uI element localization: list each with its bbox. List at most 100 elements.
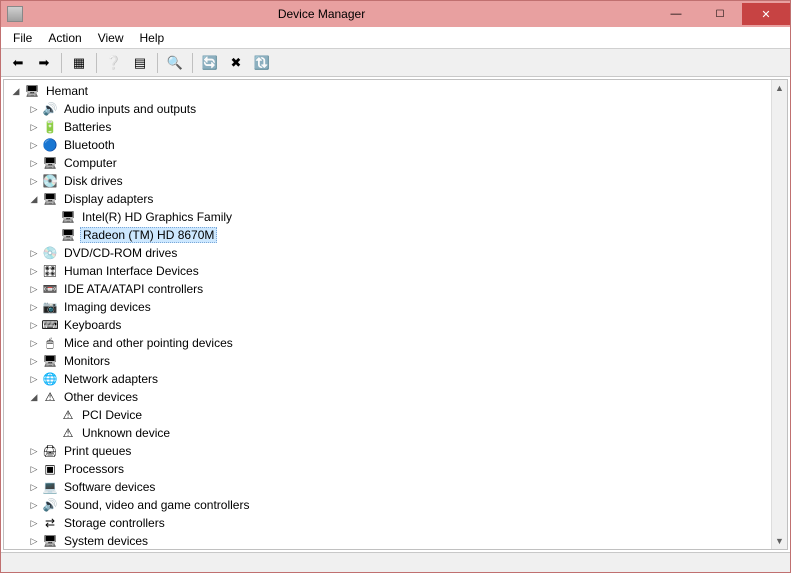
device-icon: ⇄ bbox=[42, 515, 58, 531]
tree-device[interactable]: 🖥Radeon (TM) HD 8670M bbox=[6, 226, 787, 244]
properties-button[interactable]: ▤ bbox=[129, 52, 151, 74]
tree-category[interactable]: ◢⚠Other devices bbox=[6, 388, 787, 406]
expander-icon[interactable]: ▷ bbox=[28, 301, 40, 313]
device-label[interactable]: Bluetooth bbox=[62, 138, 117, 152]
tree-root[interactable]: ◢🖥Hemant bbox=[6, 82, 787, 100]
expander-icon[interactable]: ◢ bbox=[10, 85, 22, 97]
close-button[interactable] bbox=[742, 3, 790, 25]
device-label[interactable]: IDE ATA/ATAPI controllers bbox=[62, 282, 205, 296]
tree-category[interactable]: ▷🖥Computer bbox=[6, 154, 787, 172]
device-label[interactable]: Keyboards bbox=[62, 318, 123, 332]
menu-help[interactable]: Help bbox=[132, 29, 173, 47]
tree-category[interactable]: ▷▣ Processors bbox=[6, 460, 787, 478]
device-label[interactable]: Batteries bbox=[62, 120, 113, 134]
expander-icon[interactable]: ▷ bbox=[28, 175, 40, 187]
device-label[interactable]: Human Interface Devices bbox=[62, 264, 201, 278]
device-label[interactable]: Software devices bbox=[62, 480, 157, 494]
device-label[interactable]: Unknown device bbox=[80, 426, 172, 440]
minimize-button[interactable] bbox=[654, 3, 698, 25]
scroll-down-icon[interactable]: ▼ bbox=[772, 533, 788, 549]
expander-icon[interactable]: ▷ bbox=[28, 265, 40, 277]
expander-icon[interactable]: ▷ bbox=[28, 157, 40, 169]
device-label[interactable]: Sound, video and game controllers bbox=[62, 498, 251, 512]
toolbar: ⬅ ➡ ▦ ❔ ▤ 🔍 🔄 ✖ 🔃 bbox=[1, 49, 790, 77]
expander-icon[interactable]: ▷ bbox=[28, 283, 40, 295]
device-label[interactable]: Intel(R) HD Graphics Family bbox=[80, 210, 234, 224]
scroll-up-icon[interactable]: ▲ bbox=[772, 80, 788, 96]
expander-icon[interactable]: ▷ bbox=[28, 121, 40, 133]
device-icon: 📼 bbox=[42, 281, 58, 297]
app-icon bbox=[7, 6, 23, 22]
tree-device[interactable]: ⚠PCI Device bbox=[6, 406, 787, 424]
expander-icon[interactable]: ▷ bbox=[28, 535, 40, 547]
device-icon: ▣ bbox=[42, 461, 58, 477]
tree-category[interactable]: ▷🖥System devices bbox=[6, 532, 787, 550]
tree-category[interactable]: ▷⌨Keyboards bbox=[6, 316, 787, 334]
expander-icon[interactable]: ◢ bbox=[28, 193, 40, 205]
device-label[interactable]: Monitors bbox=[62, 354, 112, 368]
tree-category[interactable]: ▷🔊Sound, video and game controllers bbox=[6, 496, 787, 514]
expander-icon[interactable]: ▷ bbox=[28, 355, 40, 367]
device-label[interactable]: Radeon (TM) HD 8670M bbox=[80, 227, 217, 243]
device-label[interactable]: Disk drives bbox=[62, 174, 125, 188]
maximize-button[interactable] bbox=[698, 3, 742, 25]
device-label[interactable]: Computer bbox=[62, 156, 119, 170]
back-button[interactable]: ⬅ bbox=[7, 52, 29, 74]
expander-icon[interactable]: ◢ bbox=[28, 391, 40, 403]
device-label[interactable]: DVD/CD-ROM drives bbox=[62, 246, 179, 260]
expander-icon[interactable]: ▷ bbox=[28, 445, 40, 457]
device-label[interactable]: PCI Device bbox=[80, 408, 144, 422]
expander-icon[interactable]: ▷ bbox=[28, 517, 40, 529]
help-button[interactable]: ❔ bbox=[103, 52, 125, 74]
expander-icon[interactable]: ▷ bbox=[28, 139, 40, 151]
menu-view[interactable]: View bbox=[90, 29, 132, 47]
update-driver-button[interactable]: 🔄 bbox=[199, 52, 221, 74]
tree-device[interactable]: 🖥Intel(R) HD Graphics Family bbox=[6, 208, 787, 226]
device-tree[interactable]: ◢🖥Hemant ▷🔊Audio inputs and outputs▷🔋Bat… bbox=[3, 79, 788, 550]
tree-category[interactable]: ▷🎛Human Interface Devices bbox=[6, 262, 787, 280]
titlebar[interactable]: Device Manager bbox=[1, 1, 790, 27]
tree-category[interactable]: ▷🔋Batteries bbox=[6, 118, 787, 136]
tree-category[interactable]: ▷🖥Monitors bbox=[6, 352, 787, 370]
expander-icon[interactable]: ▷ bbox=[28, 481, 40, 493]
expander-icon[interactable]: ▷ bbox=[28, 319, 40, 331]
device-label[interactable]: Processors bbox=[62, 462, 126, 476]
tree-category[interactable]: ▷📼 IDE ATA/ATAPI controllers bbox=[6, 280, 787, 298]
tree-category[interactable]: ▷🖨Print queues bbox=[6, 442, 787, 460]
device-label[interactable]: Hemant bbox=[44, 84, 90, 98]
expander-icon[interactable]: ▷ bbox=[28, 373, 40, 385]
expander-icon[interactable]: ▷ bbox=[28, 247, 40, 259]
uninstall-button[interactable]: ✖ bbox=[225, 52, 247, 74]
scan-hardware-button[interactable]: 🔍 bbox=[164, 52, 186, 74]
tree-category[interactable]: ▷📷Imaging devices bbox=[6, 298, 787, 316]
device-label[interactable]: Display adapters bbox=[62, 192, 155, 206]
tree-category[interactable]: ▷💽Disk drives bbox=[6, 172, 787, 190]
expander-icon[interactable]: ▷ bbox=[28, 463, 40, 475]
expander-icon[interactable]: ▷ bbox=[28, 499, 40, 511]
device-label[interactable]: Audio inputs and outputs bbox=[62, 102, 198, 116]
menu-action[interactable]: Action bbox=[40, 29, 89, 47]
tree-category[interactable]: ▷🔊Audio inputs and outputs bbox=[6, 100, 787, 118]
expander-icon[interactable]: ▷ bbox=[28, 337, 40, 349]
tree-category[interactable]: ▷🔵Bluetooth bbox=[6, 136, 787, 154]
tree-category[interactable]: ▷🖱Mice and other pointing devices bbox=[6, 334, 787, 352]
tree-category[interactable]: ▷💻Software devices bbox=[6, 478, 787, 496]
forward-button[interactable]: ➡ bbox=[33, 52, 55, 74]
device-label[interactable]: Network adapters bbox=[62, 372, 160, 386]
tree-category[interactable]: ▷💿DVD/CD-ROM drives bbox=[6, 244, 787, 262]
expander-icon[interactable]: ▷ bbox=[28, 103, 40, 115]
device-label[interactable]: System devices bbox=[62, 534, 150, 548]
tree-device[interactable]: ⚠Unknown device bbox=[6, 424, 787, 442]
device-label[interactable]: Print queues bbox=[62, 444, 133, 458]
menu-file[interactable]: File bbox=[5, 29, 40, 47]
tree-category[interactable]: ▷⇄ Storage controllers bbox=[6, 514, 787, 532]
tree-category[interactable]: ◢🖥Display adapters bbox=[6, 190, 787, 208]
device-label[interactable]: Other devices bbox=[62, 390, 140, 404]
disable-button[interactable]: 🔃 bbox=[251, 52, 273, 74]
device-label[interactable]: Mice and other pointing devices bbox=[62, 336, 235, 350]
scrollbar[interactable]: ▲ ▼ bbox=[771, 80, 787, 549]
show-hide-tree-button[interactable]: ▦ bbox=[68, 52, 90, 74]
device-label[interactable]: Imaging devices bbox=[62, 300, 153, 314]
device-label[interactable]: Storage controllers bbox=[62, 516, 167, 530]
tree-category[interactable]: ▷🌐Network adapters bbox=[6, 370, 787, 388]
